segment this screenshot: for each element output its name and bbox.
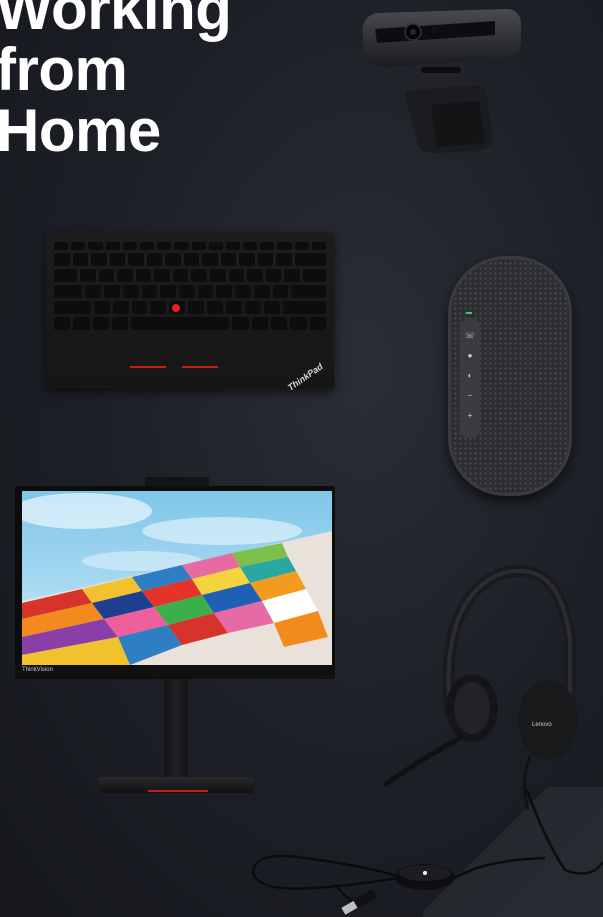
headline: Working from Home	[0, 0, 232, 164]
monitor-base-stripe	[148, 790, 208, 792]
headline-line-2: from	[0, 36, 128, 103]
monitor-chin	[15, 665, 335, 679]
monitor-brand: ThinkVision	[22, 667, 53, 673]
keyboard-brand: ThinkPad	[286, 361, 326, 393]
trackpad-button-right	[182, 366, 218, 368]
speakerphone-led	[466, 312, 472, 314]
headline-line-3: Home	[0, 97, 161, 164]
phone-icon: ☏	[464, 331, 475, 340]
monitor-stand	[164, 679, 188, 783]
webcam-image	[362, 9, 521, 153]
trackpoint	[172, 304, 180, 312]
mic-icon: ●	[467, 351, 473, 360]
keyboard-image: ThinkPad	[46, 232, 334, 393]
volume-down-icon: −	[467, 391, 473, 400]
headline-line-1: Working	[0, 0, 232, 42]
headset-image: Lenovo	[383, 564, 578, 810]
headset-brand: Lenovo	[532, 722, 552, 728]
mute-icon: ◐	[467, 371, 473, 380]
volume-up-icon: +	[467, 411, 473, 420]
wallpaper-image	[22, 493, 332, 665]
trackpad-button-left	[130, 366, 166, 368]
monitor-screen	[22, 491, 332, 665]
usb-cable-image	[251, 789, 603, 915]
